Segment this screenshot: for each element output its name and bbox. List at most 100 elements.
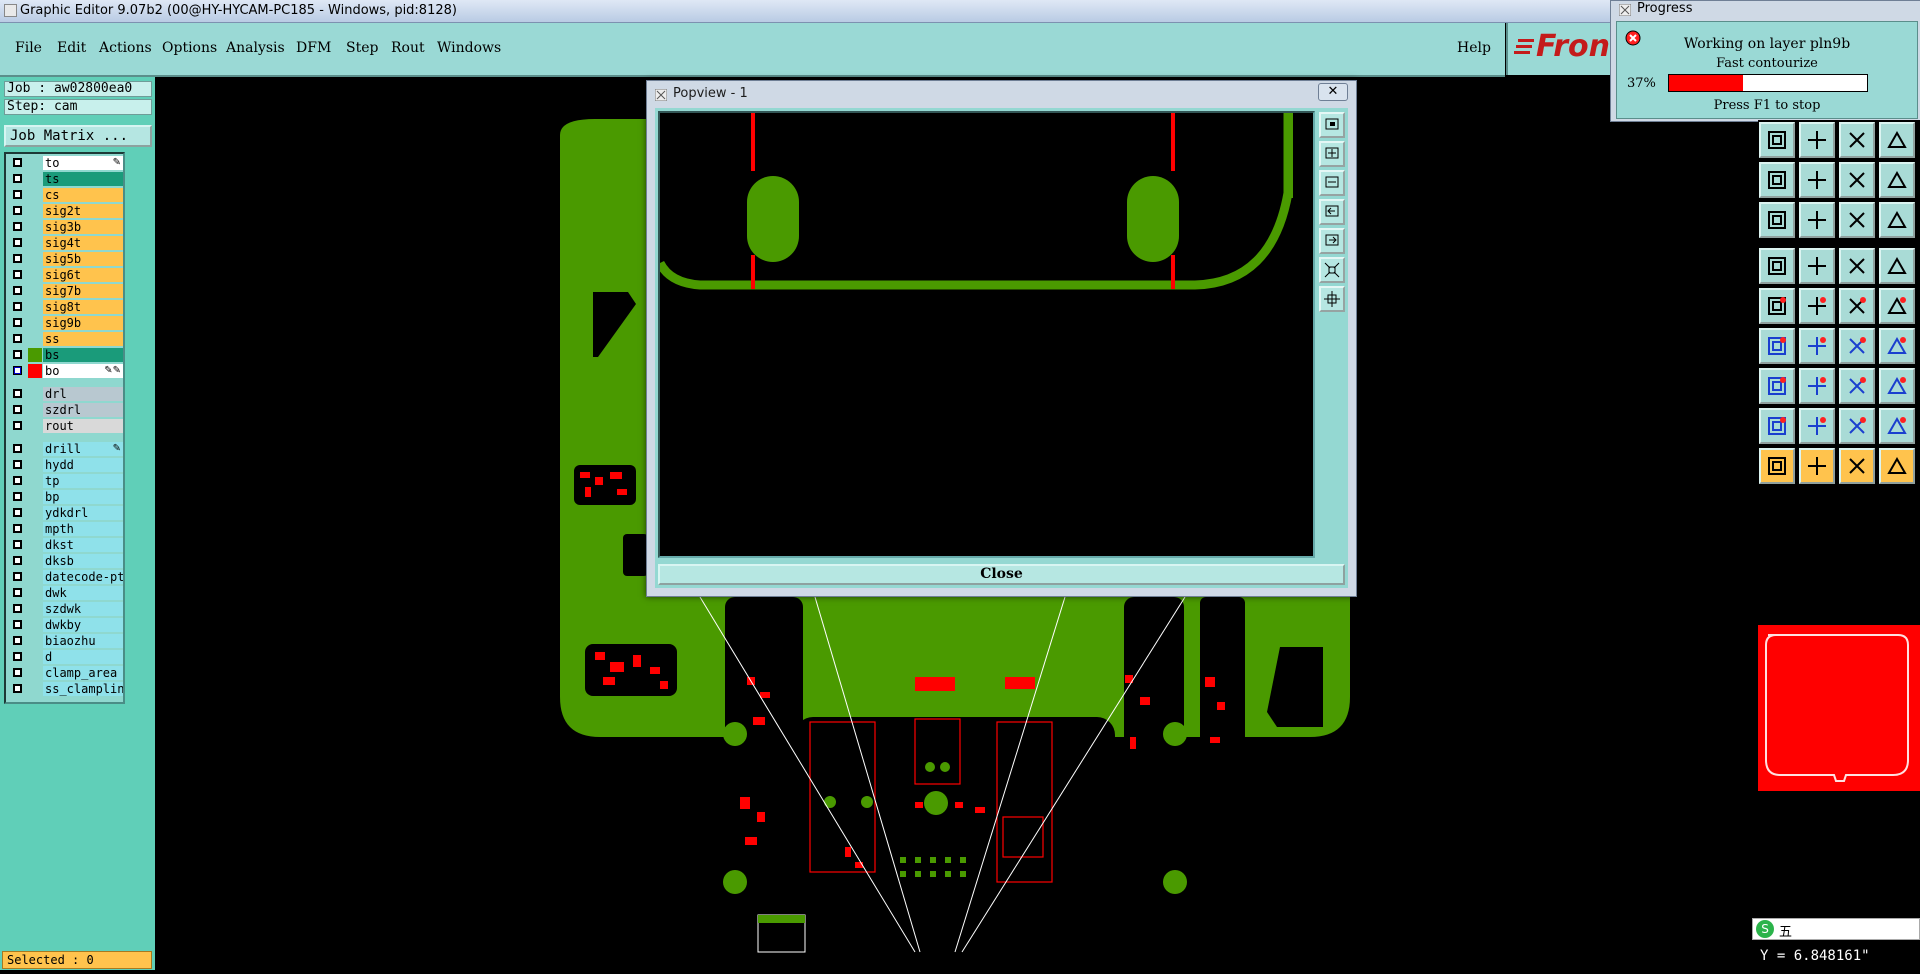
layer-checkbox[interactable] [13, 158, 22, 167]
dash-icon[interactable] [1799, 368, 1835, 404]
layer-name[interactable]: drill [43, 442, 123, 456]
text-c-icon[interactable] [1879, 408, 1915, 444]
layer-checkbox[interactable] [13, 652, 22, 661]
layer-name[interactable]: d [43, 650, 123, 664]
menu-windows[interactable]: Windows [437, 40, 501, 56]
layer-row-drill[interactable]: drill ✎ [8, 442, 123, 456]
surface-icon[interactable] [1759, 368, 1795, 404]
layer-name[interactable]: ss [43, 332, 123, 346]
layer-up-icon[interactable] [1839, 202, 1875, 238]
snap-icon[interactable] [1759, 202, 1795, 238]
menu-actions[interactable]: Actions [99, 40, 152, 56]
layer-name[interactable]: sig4t [43, 236, 123, 250]
zoom-out-icon[interactable] [1799, 122, 1835, 158]
layer-row-sig6t[interactable]: sig6t [8, 268, 123, 282]
layer-color-swatch[interactable] [28, 348, 42, 362]
layer-row-dwkby[interactable]: dwkby [8, 618, 123, 632]
layer-name[interactable]: sig7b [43, 284, 123, 298]
layer-row-sig4t[interactable]: sig4t [8, 236, 123, 250]
scale-icon[interactable] [1839, 162, 1875, 198]
line-icon[interactable] [1759, 328, 1795, 364]
layer-checkbox[interactable] [13, 460, 22, 469]
menu-help[interactable]: Help [1457, 40, 1491, 56]
layer-checkbox[interactable] [13, 444, 22, 453]
copy-icon[interactable] [1879, 368, 1915, 404]
parallel-icon[interactable] [1879, 328, 1915, 364]
layer-row-ydkdrl[interactable]: ydkdrl [8, 506, 123, 520]
popview-canvas[interactable] [655, 111, 1315, 558]
layer-checkbox[interactable] [13, 302, 22, 311]
select-icon[interactable] [1799, 448, 1835, 484]
query-icon[interactable] [1879, 162, 1915, 198]
text-a-icon[interactable] [1799, 408, 1835, 444]
zoom-reset-icon[interactable] [1839, 122, 1875, 158]
popview-fit-button[interactable] [1319, 257, 1345, 283]
pick-icon[interactable] [1839, 448, 1875, 484]
node-add-icon[interactable] [1759, 288, 1795, 324]
grid-icon[interactable] [1799, 202, 1835, 238]
layer-row-dkst[interactable]: dkst [8, 538, 123, 552]
layer-name[interactable]: sig2t [43, 204, 123, 218]
layer-name[interactable]: datecode-pto [43, 570, 123, 584]
layer-name[interactable]: drl [43, 387, 123, 401]
overview-preview[interactable] [1758, 625, 1920, 791]
layer-row-dksb[interactable]: dksb [8, 554, 123, 568]
measure-icon[interactable] [1839, 248, 1875, 284]
layer-checkbox[interactable] [13, 684, 22, 693]
layer-list-scrollbar[interactable] [128, 152, 152, 948]
layer-checkbox[interactable] [13, 556, 22, 565]
layer-row-tp[interactable]: tp [8, 474, 123, 488]
layer-row-sig2t[interactable]: sig2t [8, 204, 123, 218]
layer-row-sig8t[interactable]: sig8t [8, 300, 123, 314]
layer-row-ss_clampline[interactable]: ss_clampline [8, 682, 123, 696]
layer-checkbox[interactable] [13, 190, 22, 199]
layer-row-sig5b[interactable]: sig5b [8, 252, 123, 266]
popview-pan-left-button[interactable] [1319, 199, 1345, 225]
layer-row-szdrl[interactable]: szdrl [8, 403, 123, 417]
layer-name[interactable]: clamp_area [43, 666, 123, 680]
arc-line-icon[interactable] [1799, 328, 1835, 364]
layer-row-sig9b[interactable]: sig9b [8, 316, 123, 330]
drag-icon[interactable] [1879, 448, 1915, 484]
menu-rout[interactable]: Rout [391, 40, 425, 56]
layer-row-bo[interactable]: bo ✎✎ [8, 364, 123, 378]
layer-checkbox[interactable] [13, 366, 22, 375]
ime-toolbar[interactable]: S 五 [1752, 918, 1920, 940]
layer-name[interactable]: sig8t [43, 300, 123, 314]
layer-checkbox[interactable] [13, 350, 22, 359]
layer-checkbox[interactable] [13, 174, 22, 183]
arc-icon[interactable] [1839, 328, 1875, 364]
cut-icon[interactable] [1799, 248, 1835, 284]
layer-checkbox[interactable] [13, 588, 22, 597]
layer-name[interactable]: ss_clampline [43, 682, 123, 696]
menu-edit[interactable]: Edit [57, 40, 86, 56]
layer-checkbox[interactable] [13, 620, 22, 629]
layer-name[interactable]: dwkby [43, 618, 123, 632]
layer-row-biaozhu[interactable]: biaozhu [8, 634, 123, 648]
layer-row-mpth[interactable]: mpth [8, 522, 123, 536]
layer-checkbox[interactable] [13, 508, 22, 517]
pad-icon[interactable] [1879, 248, 1915, 284]
menu-file[interactable]: File [15, 40, 42, 56]
ime-mode[interactable]: 五 [1779, 921, 1792, 940]
layer-row-datecode-pto[interactable]: datecode-pto [8, 570, 123, 584]
zoom-in-icon[interactable] [1759, 122, 1795, 158]
layer-checkbox[interactable] [13, 318, 22, 327]
menu-step[interactable]: Step [346, 40, 378, 56]
layer-name[interactable]: tp [43, 474, 123, 488]
menu-dfm[interactable]: DFM [296, 40, 331, 56]
text-b-icon[interactable] [1839, 408, 1875, 444]
layer-row-drl[interactable]: drl [8, 387, 123, 401]
layer-row-cs[interactable]: cs [8, 188, 123, 202]
layer-row-szdwk[interactable]: szdwk [8, 602, 123, 616]
pointer-icon[interactable] [1759, 448, 1795, 484]
layer-row-bs[interactable]: bs [8, 348, 123, 362]
layer-checkbox[interactable] [13, 286, 22, 295]
route-icon[interactable] [1839, 368, 1875, 404]
popview-center-button[interactable] [1319, 286, 1345, 312]
layer-name[interactable]: dwk [43, 586, 123, 600]
layer-checkbox[interactable] [13, 254, 22, 263]
layer-checkbox[interactable] [13, 476, 22, 485]
layer-row-ts[interactable]: ts [8, 172, 123, 186]
layer-checkbox[interactable] [13, 421, 22, 430]
